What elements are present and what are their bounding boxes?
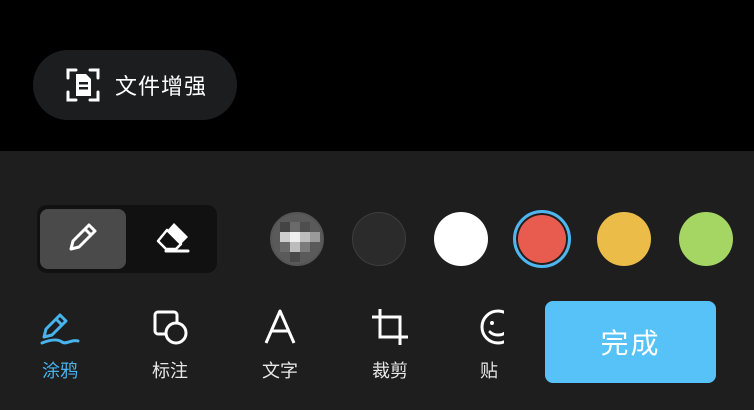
text-a-icon (260, 307, 300, 351)
tab-annotate[interactable]: 标注 (130, 309, 210, 383)
edit-toolbar-panel: 涂鸦 标注 文字 裁剪 贴 完成 (0, 151, 754, 410)
sticker-smiley-icon (478, 309, 504, 351)
tab-crop-label: 裁剪 (372, 361, 408, 382)
tab-text[interactable]: 文字 (240, 309, 320, 383)
pencil-icon (63, 217, 103, 261)
tab-doodle[interactable]: 涂鸦 (20, 309, 100, 383)
done-button[interactable]: 完成 (545, 301, 716, 383)
mosaic-brush-swatch[interactable] (270, 212, 324, 266)
document-scan-icon (65, 67, 101, 103)
dark-color-swatch[interactable] (352, 212, 406, 266)
green-color-swatch[interactable] (679, 212, 733, 266)
eraser-icon (152, 217, 194, 261)
document-enhance-button[interactable]: 文件增强 (33, 50, 237, 120)
tab-crop[interactable]: 裁剪 (350, 309, 430, 383)
crop-icon (370, 307, 410, 351)
tab-doodle-label: 涂鸦 (42, 361, 78, 382)
doodle-pen-icon (38, 307, 82, 351)
tab-sticker[interactable]: 贴 (450, 309, 504, 383)
image-preview-area: 文件增强 (0, 0, 754, 151)
red-color-swatch[interactable] (513, 210, 571, 268)
pencil-tool-button[interactable] (40, 209, 126, 269)
eraser-tool-button[interactable] (130, 209, 216, 269)
white-color-swatch[interactable] (434, 212, 488, 266)
document-enhance-label: 文件增强 (115, 75, 208, 100)
tab-text-label: 文字 (262, 361, 298, 382)
brush-mode-toggle (37, 205, 217, 273)
tab-annotate-label: 标注 (152, 361, 188, 382)
tab-sticker-label: 贴 (480, 361, 498, 382)
yellow-color-swatch[interactable] (597, 212, 651, 266)
shape-annotation-icon (150, 307, 190, 351)
